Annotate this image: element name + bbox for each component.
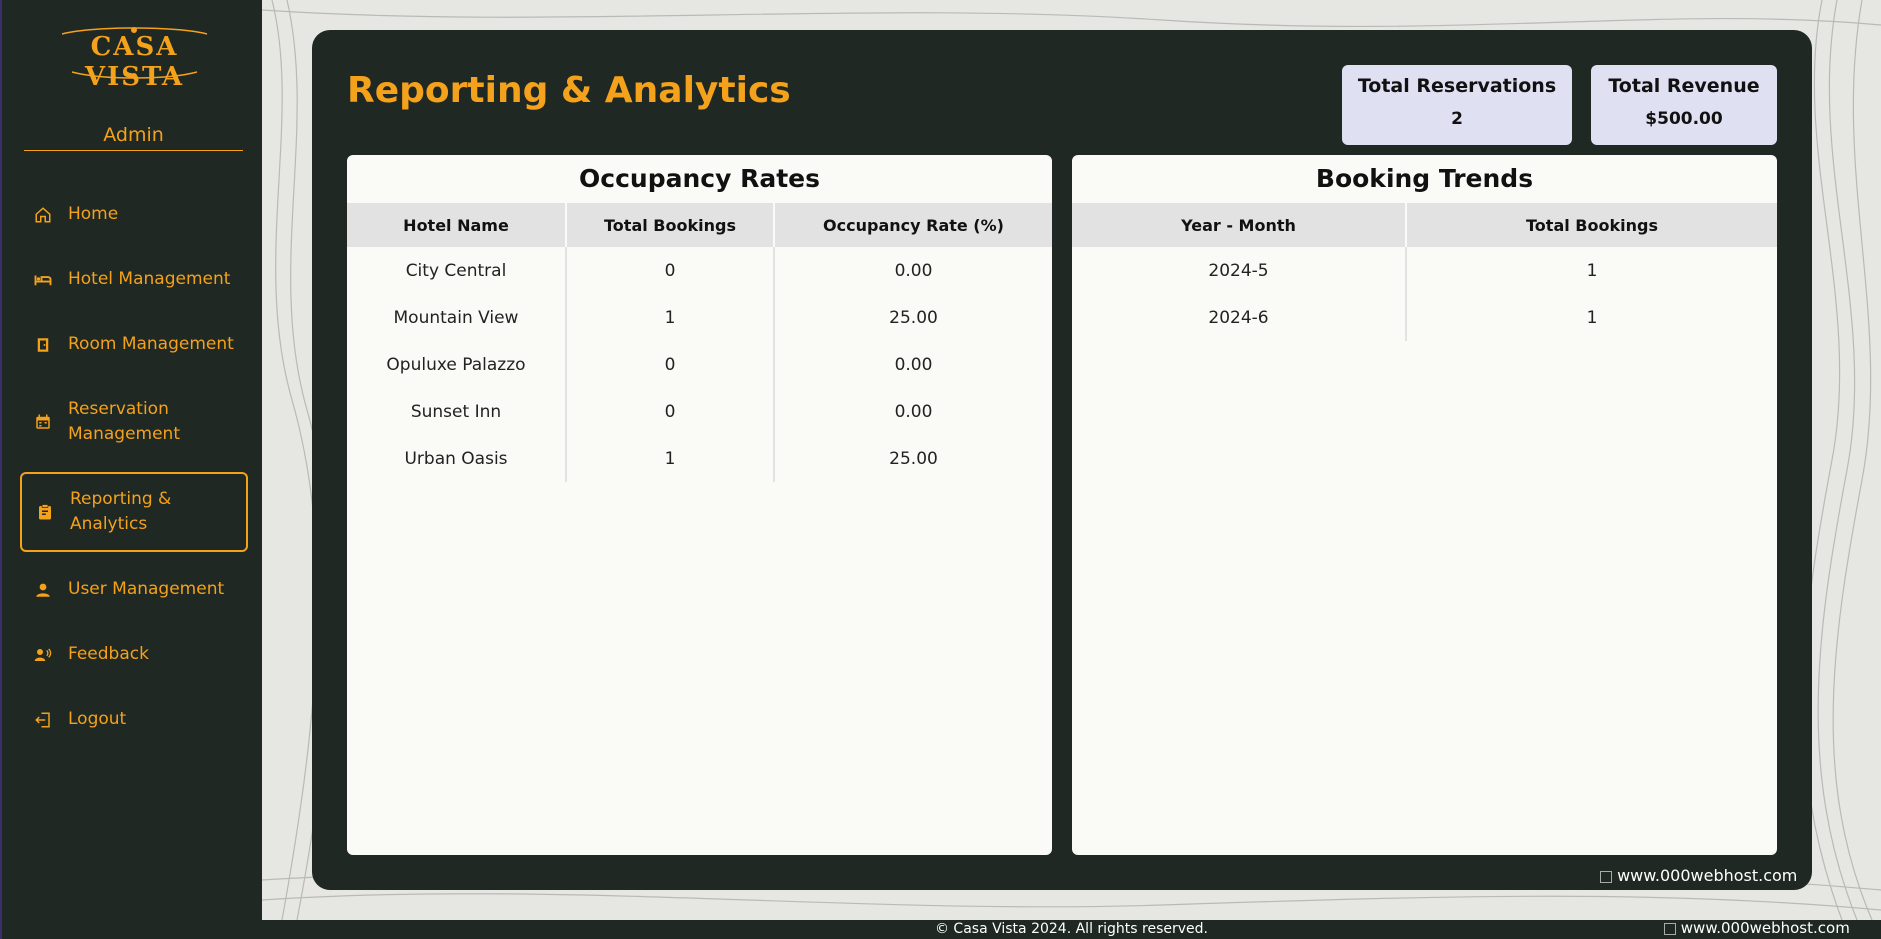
broken-image-icon — [1664, 922, 1676, 935]
sidebar-item-label: User Management — [68, 579, 225, 599]
table-cell: City Central — [347, 247, 567, 294]
table-cell: 0 — [567, 341, 775, 388]
sidebar-item-hotel-management[interactable]: Hotel Management — [20, 267, 248, 292]
sidebar-item-label: Reporting & Analytics — [70, 489, 172, 534]
broken-image-icon — [1600, 870, 1612, 883]
stat-card-revenue: Total Revenue $500.00 — [1591, 65, 1777, 145]
card-title: Booking Trends — [1315, 164, 1534, 193]
sidebar: CASA VISTA Admin Home Hotel Management R… — [0, 0, 262, 939]
footer: © Casa Vista 2024. All rights reserved. — [262, 920, 1881, 939]
table-cell: 0 — [567, 388, 775, 435]
table-cell: 25.00 — [889, 448, 938, 469]
sidebar-item-label: Reservation Management — [68, 399, 180, 444]
table-cell: 0 — [567, 247, 775, 294]
table-row: Opuluxe Palazzo 0 0.00 — [347, 341, 1052, 388]
table-cell: 1 — [1586, 260, 1598, 281]
table-cell: 2024-5 — [1072, 247, 1407, 294]
logout-icon — [35, 712, 50, 727]
table-row: Urban Oasis 1 25.00 — [347, 435, 1052, 482]
stat-value: 2 — [1451, 109, 1463, 129]
brand-logo[interactable]: CASA VISTA — [42, 24, 227, 92]
column-header[interactable]: Occupancy Rate (%) — [775, 203, 1052, 247]
sidebar-item-label: Home — [68, 204, 119, 224]
table-row: 2024-5 1 — [1072, 247, 1777, 294]
sidebar-item-logout[interactable]: Logout — [20, 707, 248, 732]
door-icon — [37, 337, 49, 352]
sidebar-item-reporting-analytics[interactable]: Reporting & Analytics — [20, 472, 248, 552]
user-role: Admin — [24, 124, 243, 151]
hosting-badge-text: www.000webhost.com — [1617, 866, 1798, 885]
table-cell: 1 — [1586, 307, 1598, 328]
table-cell: 25.00 — [889, 307, 938, 328]
sidebar-item-label: Feedback — [68, 644, 149, 664]
sidebar-item-room-management[interactable]: Room Management — [20, 332, 248, 357]
sidebar-item-feedback[interactable]: Feedback — [20, 642, 248, 667]
booking-trends-table: Year - Month Total Bookings 2024-5 1 202… — [1072, 203, 1777, 341]
copyright-text: © Casa Vista 2024. All rights reserved. — [934, 921, 1209, 937]
stat-card-reservations: Total Reservations 2 — [1342, 65, 1572, 145]
stat-label: Total Reservations — [1357, 75, 1557, 97]
card-title: Occupancy Rates — [579, 164, 820, 193]
table-cell: Opuluxe Palazzo — [347, 341, 567, 388]
table-cell: Mountain View — [347, 294, 567, 341]
table-row: 2024-6 1 — [1072, 294, 1777, 341]
column-header[interactable]: Hotel Name — [347, 203, 567, 247]
user-icon — [36, 583, 50, 597]
main-panel: Reporting & Analytics Total Reservations… — [312, 30, 1812, 890]
stat-value: $500.00 — [1645, 109, 1723, 129]
column-header[interactable]: Total Bookings — [567, 203, 775, 247]
home-icon — [35, 206, 51, 222]
calendar-icon — [36, 414, 50, 429]
table-cell: 2024-6 — [1072, 294, 1407, 341]
column-header[interactable]: Year - Month — [1072, 203, 1407, 247]
table-cell: Sunset Inn — [347, 388, 567, 435]
table-cell: 1 — [567, 435, 775, 482]
bed-icon — [34, 275, 52, 285]
sidebar-item-label: Hotel Management — [68, 269, 231, 289]
table-cell: 0.00 — [894, 260, 933, 281]
table-row: Mountain View 1 25.00 — [347, 294, 1052, 341]
sidebar-item-label: Logout — [68, 709, 127, 729]
hosting-badge-text: www.000webhost.com — [1680, 919, 1850, 937]
feedback-icon — [34, 647, 52, 661]
stat-label: Total Revenue — [1608, 75, 1760, 97]
occupancy-rates-card: Occupancy Rates Hotel Name Total Booking… — [347, 155, 1052, 855]
report-icon — [39, 504, 51, 520]
table-cell: 0.00 — [894, 401, 933, 422]
hosting-badge-image[interactable]: www.000webhost.com — [1664, 919, 1850, 937]
page-title: Reporting & Analytics — [347, 70, 791, 111]
table-row: City Central 0 0.00 — [347, 247, 1052, 294]
brand-name: CASA VISTA — [84, 32, 185, 92]
table-cell: 1 — [567, 294, 775, 341]
table-row: Sunset Inn 0 0.00 — [347, 388, 1052, 435]
sidebar-item-label: Room Management — [68, 334, 234, 354]
column-header[interactable]: Total Bookings — [1407, 203, 1777, 247]
table-cell: Urban Oasis — [347, 435, 567, 482]
sidebar-item-reservation-management[interactable]: Reservation Management — [20, 397, 248, 447]
occupancy-table: Hotel Name Total Bookings Occupancy Rate… — [347, 203, 1052, 482]
table-cell: 0.00 — [894, 354, 933, 375]
hosting-badge-image[interactable]: www.000webhost.com — [1600, 866, 1797, 885]
sidebar-item-user-management[interactable]: User Management — [20, 577, 248, 602]
sidebar-item-home[interactable]: Home — [20, 202, 248, 227]
booking-trends-card: Booking Trends Year - Month Total Bookin… — [1072, 155, 1777, 855]
